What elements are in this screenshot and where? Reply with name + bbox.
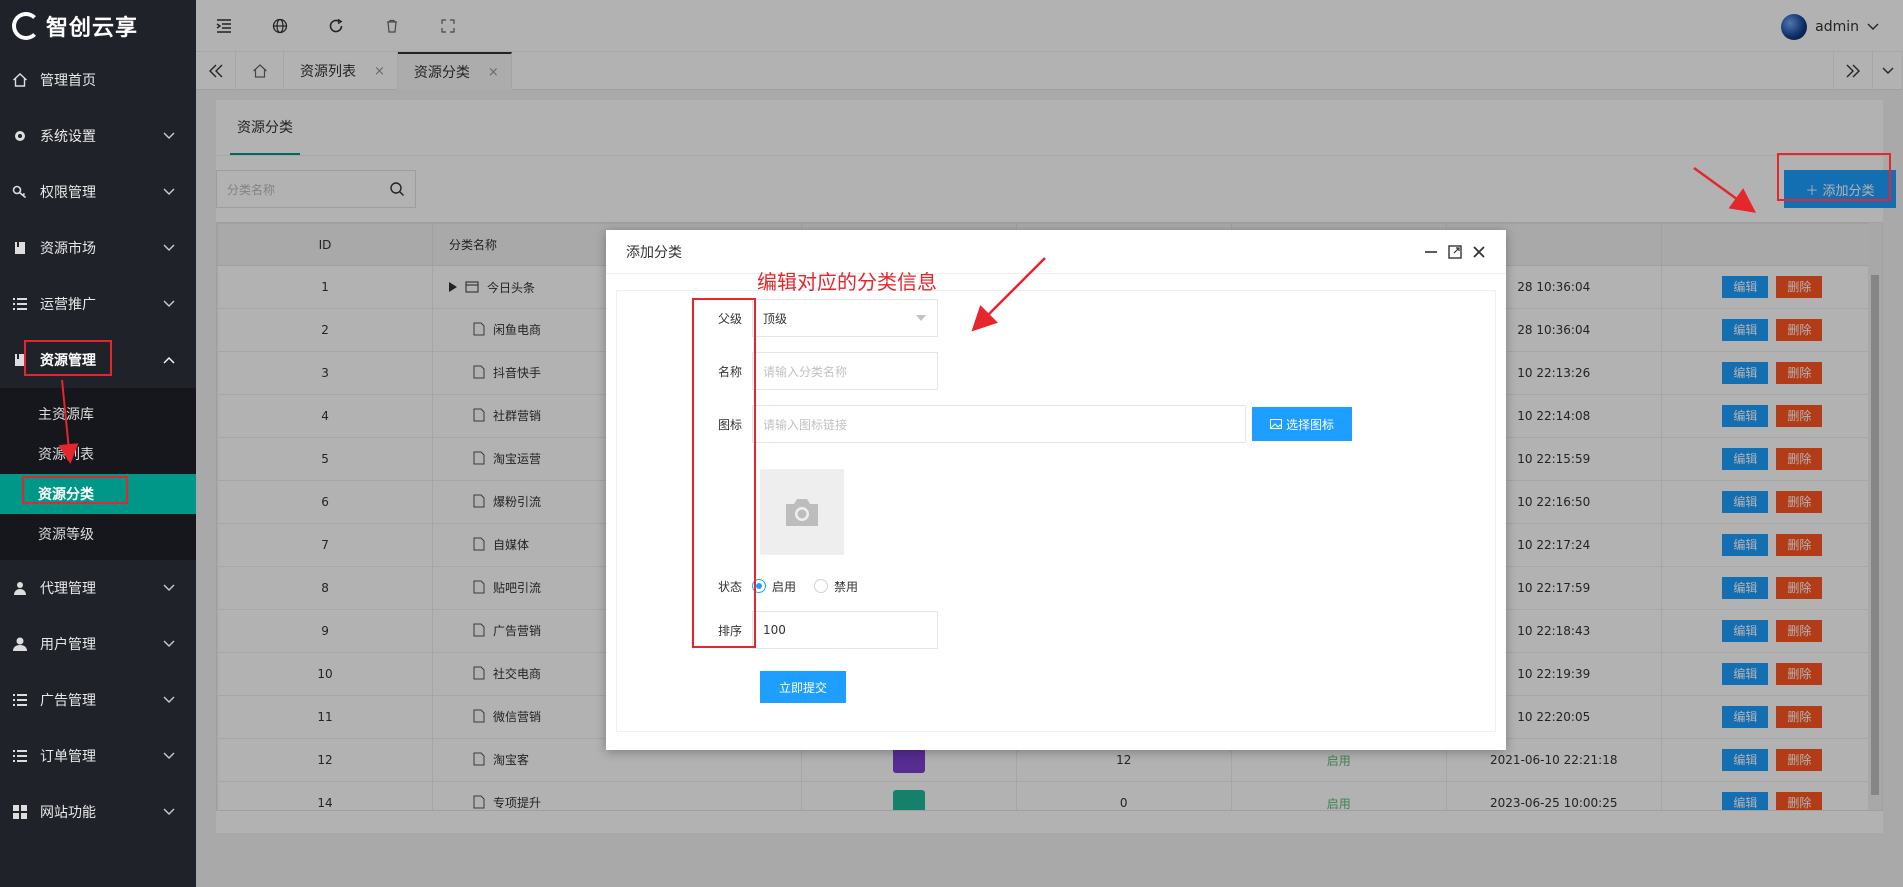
- sidebar-item-5[interactable]: 运营推广: [0, 276, 196, 332]
- submenu-item-1[interactable]: 主资源库: [0, 394, 196, 434]
- parent-value: 顶级: [763, 311, 788, 326]
- home-icon: [10, 72, 30, 88]
- sidebar-item-label: 用户管理: [40, 637, 96, 653]
- logo-mark-icon: [12, 12, 40, 40]
- chevron-down-icon: [162, 752, 176, 760]
- submenu-resource-management: 主资源库 资源列表 资源分类 资源等级: [0, 388, 196, 560]
- parent-field: 父级 顶级: [617, 299, 938, 337]
- sidebar-item-label: 运营推广: [40, 297, 96, 313]
- list-icon: [10, 692, 30, 708]
- submenu-item-2[interactable]: 资源列表: [0, 434, 196, 474]
- grid-icon: [10, 804, 30, 820]
- logo-text: 智创云享: [46, 16, 139, 41]
- sort-field: 排序 100: [617, 611, 938, 649]
- list-icon: [10, 748, 30, 764]
- key-icon: [10, 184, 30, 200]
- submit-button[interactable]: 立即提交: [760, 671, 846, 703]
- sidebar-item-1[interactable]: 管理首页: [0, 52, 196, 108]
- sidebar-item-2[interactable]: 系统设置: [0, 108, 196, 164]
- radio-unchecked-icon: [814, 579, 829, 593]
- submenu-item-4[interactable]: 资源等级: [0, 514, 196, 554]
- annotation-box-add-button: [1777, 153, 1891, 201]
- dialog-header: 添加分类: [606, 230, 1506, 274]
- sidebar-menu: 管理首页 系统设置 权限管理 资源市场 运营推广 资源管理 主资源库 资源列表 资源分类 资源等级…: [0, 52, 196, 840]
- icon-placeholder: 请输入图标链接: [763, 417, 848, 432]
- maximize-icon[interactable]: [1448, 244, 1462, 259]
- users-icon: [10, 580, 30, 596]
- annotation-box-form-labels: [692, 298, 756, 648]
- parent-select[interactable]: 顶级: [752, 299, 938, 337]
- sidebar-item-label: 管理首页: [40, 73, 96, 89]
- status-enable-radio[interactable]: 启用: [752, 578, 796, 595]
- sidebar-item-8[interactable]: 用户管理: [0, 616, 196, 672]
- select-icon-label: 选择图标: [1285, 417, 1334, 432]
- sidebar-item-11[interactable]: 网站功能: [0, 784, 196, 840]
- sidebar-item-label: 代理管理: [40, 581, 96, 597]
- sidebar-item-10[interactable]: 订单管理: [0, 728, 196, 784]
- user-icon: [10, 636, 30, 652]
- sidebar-item-label: 系统设置: [40, 129, 96, 145]
- app-logo[interactable]: 智创云享: [0, 0, 196, 52]
- chevron-down-icon: [162, 640, 176, 648]
- chevron-down-icon: [162, 584, 176, 592]
- dialog-title: 添加分类: [626, 244, 682, 261]
- sidebar-item-9[interactable]: 广告管理: [0, 672, 196, 728]
- sidebar-item-7[interactable]: 代理管理: [0, 560, 196, 616]
- chevron-down-icon: [162, 132, 176, 140]
- list-icon: [10, 296, 30, 312]
- minimize-icon[interactable]: [1424, 245, 1438, 259]
- sidebar-item-label: 资源市场: [40, 241, 96, 257]
- camera-icon: [782, 496, 822, 528]
- chevron-down-icon: [162, 300, 176, 308]
- sidebar-item-label: 订单管理: [40, 749, 96, 765]
- chevron-down-icon: [162, 696, 176, 704]
- annotation-box-menu: [24, 340, 112, 376]
- name-placeholder: 请输入分类名称: [763, 364, 848, 379]
- chevron-down-icon: [162, 808, 176, 816]
- icon-input[interactable]: 请输入图标链接: [752, 405, 1246, 443]
- sort-value: 100: [763, 623, 786, 637]
- icon-preview[interactable]: [760, 469, 844, 555]
- image-icon: [1269, 419, 1282, 429]
- annotation-box-submenu: [22, 476, 128, 504]
- sidebar-item-4[interactable]: 资源市场: [0, 220, 196, 276]
- chevron-down-icon: [162, 188, 176, 196]
- sort-input[interactable]: 100: [752, 611, 938, 649]
- radio-label: 启用: [772, 579, 797, 594]
- sidebar-item-label: 网站功能: [40, 805, 96, 821]
- name-field: 名称 请输入分类名称: [617, 352, 938, 390]
- status-disable-radio[interactable]: 禁用: [814, 578, 858, 595]
- sidebar-item-label: 权限管理: [40, 185, 96, 201]
- name-input[interactable]: 请输入分类名称: [752, 352, 938, 390]
- chevron-up-icon: [162, 356, 176, 364]
- close-icon[interactable]: [1472, 245, 1486, 259]
- annotation-text: 编辑对应的分类信息: [757, 270, 937, 294]
- radio-label: 禁用: [834, 579, 859, 594]
- sidebar-item-3[interactable]: 权限管理: [0, 164, 196, 220]
- caret-down-icon: [915, 314, 927, 322]
- sidebar-item-label: 广告管理: [40, 693, 96, 709]
- select-icon-button[interactable]: 选择图标: [1252, 407, 1352, 441]
- gear-icon: [10, 128, 30, 144]
- chevron-down-icon: [162, 244, 176, 252]
- book-icon: [10, 240, 30, 256]
